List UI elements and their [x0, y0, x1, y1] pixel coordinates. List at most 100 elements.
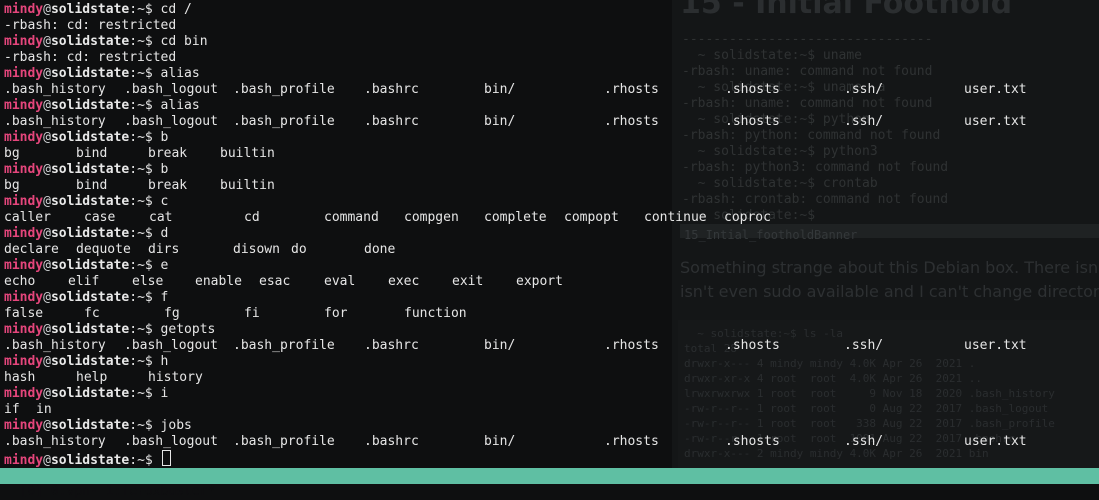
prompt-command: :~$ e: [129, 258, 169, 273]
prompt-host: solidstate: [50, 130, 130, 145]
output-item: esac: [259, 274, 291, 289]
prompt-user: mindy: [4, 194, 44, 209]
prompt-host: solidstate: [50, 258, 130, 273]
output-item: export: [516, 274, 563, 289]
output-item: coproc: [724, 210, 771, 225]
prompt-host: solidstate: [50, 34, 130, 49]
terminal-cursor[interactable]: [161, 450, 171, 466]
output-item: .rhosts: [604, 82, 659, 97]
prompt-host: solidstate: [50, 66, 130, 81]
output-item: user.txt: [964, 114, 1027, 129]
prompt-command: :~$ b: [129, 130, 169, 145]
prompt-user: mindy: [4, 130, 44, 145]
output-item: done: [364, 242, 396, 257]
prompt-command: :~$ i: [129, 386, 169, 401]
prompt-user: mindy: [4, 2, 44, 17]
prompt-line: mindy@solidstate:~$ f: [4, 290, 1099, 306]
prompt-at: @: [43, 194, 51, 209]
prompt-command: :~$ cd bin: [129, 34, 208, 49]
prompt-command: :~$ h: [129, 354, 169, 369]
prompt-command: :~$ alias: [129, 66, 200, 81]
prompt-user: mindy: [4, 290, 44, 305]
prompt-user: mindy: [4, 258, 44, 273]
output-item: .bash_logout: [124, 338, 218, 353]
output-item: complete: [484, 210, 547, 225]
output-item: fg: [164, 306, 180, 321]
prompt-line: mindy@solidstate:~$: [4, 450, 1099, 468]
prompt-line: mindy@solidstate:~$ getopts: [4, 322, 1099, 338]
output-line: .bash_history .bash_logout .bash_profile .b…: [4, 338, 1099, 354]
output-item: .bash_history: [4, 82, 106, 97]
output-item: .shosts: [725, 434, 780, 449]
terminal-output[interactable]: mindy@solidstate:~$ cd / -rbash: cd: rest…: [4, 2, 1099, 468]
output-item: .bashrc: [364, 338, 419, 353]
prompt-line: mindy@solidstate:~$ e: [4, 258, 1099, 274]
prompt-command: :~$ b: [129, 162, 169, 177]
output-item: .rhosts: [604, 338, 659, 353]
output-item: caller: [4, 210, 51, 225]
output-item: .shosts: [725, 114, 780, 129]
output-item: hash: [4, 370, 36, 385]
output-item: bind: [76, 178, 108, 193]
output-item: bg: [4, 178, 20, 193]
output-item: break: [148, 146, 188, 161]
prompt-at: @: [43, 354, 51, 369]
output-item: .ssh/: [844, 82, 884, 97]
output-item: eval: [324, 274, 356, 289]
prompt-command: :~$ jobs: [129, 418, 192, 433]
output-item: user.txt: [964, 338, 1027, 353]
output-item: fc: [84, 306, 100, 321]
output-item: help: [76, 370, 108, 385]
output-item: .bash_logout: [124, 434, 218, 449]
output-item: dirs: [148, 242, 180, 257]
output-line: declare dequote dirs disown do done: [4, 242, 1099, 258]
prompt-line: mindy@solidstate:~$ alias: [4, 66, 1099, 82]
prompt-line: mindy@solidstate:~$ jobs: [4, 418, 1099, 434]
output-item: .bash_logout: [124, 114, 218, 129]
prompt-at: @: [43, 98, 51, 113]
output-item: -rbash: cd: restricted: [4, 18, 177, 33]
prompt-user: mindy: [4, 453, 44, 468]
prompt-at: @: [43, 386, 51, 401]
prompt-host: solidstate: [50, 418, 130, 433]
output-item: elif: [68, 274, 100, 289]
prompt-host: solidstate: [50, 162, 130, 177]
prompt-line: mindy@solidstate:~$ alias: [4, 98, 1099, 114]
output-item: .bashrc: [364, 114, 419, 129]
output-item: compopt: [564, 210, 619, 225]
output-item: builtin: [220, 178, 275, 193]
output-item: else: [132, 274, 164, 289]
prompt-user: mindy: [4, 322, 44, 337]
output-item: .bash_history: [4, 338, 106, 353]
prompt-host: solidstate: [50, 322, 130, 337]
output-item: if: [4, 402, 20, 417]
output-line: .bash_history .bash_logout .bash_profile .b…: [4, 82, 1099, 98]
output-item: enable: [195, 274, 242, 289]
output-item: exit: [452, 274, 484, 289]
prompt-line: mindy@solidstate:~$ cd bin: [4, 34, 1099, 50]
prompt-host: solidstate: [50, 290, 130, 305]
output-item: bin/: [484, 114, 516, 129]
prompt-line: mindy@solidstate:~$ cd /: [4, 2, 1099, 18]
prompt-host: solidstate: [50, 386, 130, 401]
output-item: .bash_history: [4, 434, 106, 449]
output-item: dequote: [76, 242, 131, 257]
output-item: continue: [644, 210, 707, 225]
output-item: .ssh/: [844, 338, 884, 353]
prompt-user: mindy: [4, 418, 44, 433]
output-item: .bash_profile: [233, 114, 335, 129]
prompt-at: @: [43, 130, 51, 145]
prompt-line: mindy@solidstate:~$ i: [4, 386, 1099, 402]
prompt-line: mindy@solidstate:~$ c: [4, 194, 1099, 210]
output-item: declare: [4, 242, 59, 257]
prompt-at: @: [43, 2, 51, 17]
output-line: .bash_history .bash_logout .bash_profile .b…: [4, 114, 1099, 130]
output-item: .shosts: [725, 338, 780, 353]
tmux-window-list[interactable]: [0] 0:vpn- 1:feroxbuster*: [20, 484, 216, 499]
output-item: command: [324, 210, 379, 225]
prompt-command: :~$ getopts: [129, 322, 216, 337]
prompt-line: mindy@solidstate:~$ b: [4, 162, 1099, 178]
prompt-at: @: [43, 453, 51, 468]
prompt-command: :~$: [129, 453, 161, 468]
output-line: caller case cat cd command compgen complete com…: [4, 210, 1099, 226]
